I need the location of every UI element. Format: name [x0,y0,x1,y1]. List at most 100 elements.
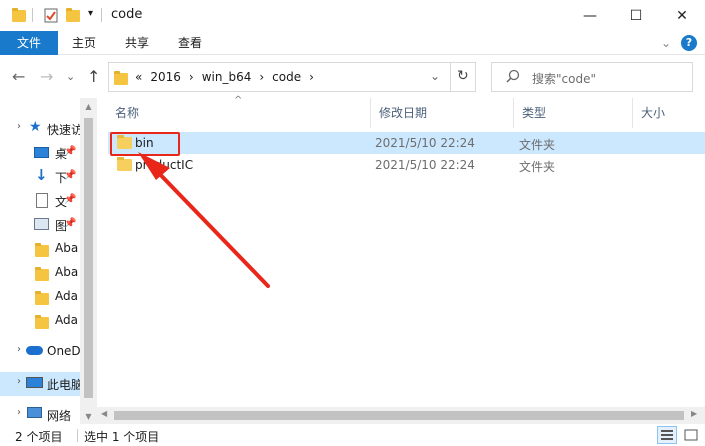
tab-view[interactable]: 查看 [164,31,216,55]
computer-icon [26,377,43,388]
pin-icon: 📌 [64,218,77,229]
column-header-name[interactable]: 名称 [107,98,371,128]
large-icons-view-icon [684,429,698,441]
sidebar-item-label: OneD [47,344,80,358]
column-header-date[interactable]: 修改日期 [371,98,513,128]
window-title: code [111,7,143,22]
large-icons-view-button[interactable] [681,426,701,444]
sidebar-item-onedrive[interactable]: › OneD [0,340,80,364]
divider [450,63,451,91]
navigation-pane: › ★ 快速访 桌 📌 ↓ 下 📌 文 📌 图 📌 Aba Aba Ada Ad… [0,98,80,424]
details-view-button[interactable] [657,426,677,444]
sidebar-item-label: Aba [55,265,79,279]
up-button[interactable]: ↑ [87,67,100,86]
scrollbar-thumb[interactable] [84,118,93,398]
sidebar-item-label: 网络 [47,409,72,423]
search-input[interactable]: 搜索"code" [532,70,596,87]
scroll-up-icon[interactable]: ▲ [80,98,97,115]
title-bar: ▾ code — ☐ ✕ [0,0,705,31]
customize-toolbar-icon[interactable]: ▾ [88,8,93,19]
recent-locations-button[interactable]: ⌄ [66,70,75,83]
chevron-right-icon[interactable]: › [17,407,21,418]
pin-icon: 📌 [64,170,77,181]
selection-count: 选中 1 个项目 [84,430,160,444]
divider [101,8,102,22]
search-icon [506,69,520,86]
refresh-button[interactable]: ↻ [457,68,469,84]
file-row-productic[interactable]: productIC 2021/5/10 22:24 文件夹 [108,154,705,176]
properties-icon[interactable] [44,7,58,26]
annotation-highlight-box [110,132,180,156]
maximize-button[interactable]: ☐ [613,0,659,31]
chevron-right-icon[interactable]: › [17,344,21,355]
sidebar-item-label: 快速访 [47,123,80,137]
chevron-right-icon[interactable]: › [17,376,21,387]
sidebar-item-label: Aba [55,241,79,255]
breadcrumb-2016[interactable]: 2016 [150,63,181,91]
help-icon[interactable]: ? [681,35,697,51]
pin-icon: 📌 [64,146,77,157]
back-button[interactable]: ← [12,67,25,86]
document-icon [36,193,48,208]
sidebar-item-folder[interactable]: Aba [0,261,80,285]
forward-button[interactable]: → [40,67,53,86]
sidebar-item-quick-access[interactable]: › ★ 快速访 [0,117,80,141]
file-row-bin[interactable]: bin 2021/5/10 22:24 文件夹 [108,132,705,154]
scrollbar-thumb[interactable] [114,411,684,420]
sidebar-scrollbar[interactable]: ▲ ▼ [80,98,97,426]
sidebar-item-this-pc[interactable]: › 此电脑 [0,372,80,396]
sidebar-item-documents[interactable]: 文 📌 [0,189,80,213]
tab-home[interactable]: 主页 [58,31,110,55]
download-icon: ↓ [35,166,48,184]
sidebar-item-pictures[interactable]: 图 📌 [0,213,80,237]
pin-icon: 📌 [64,194,77,205]
sidebar-item-downloads[interactable]: ↓ 下 📌 [0,165,80,189]
divider [77,429,78,442]
star-icon: ★ [29,119,42,135]
sidebar-item-folder[interactable]: Aba [0,237,80,261]
scroll-left-icon[interactable]: ◀ [101,409,107,418]
minimize-button[interactable]: — [567,0,613,31]
file-type: 文件夹 [519,160,556,174]
horizontal-scrollbar[interactable]: ◀ ▶ [97,407,705,424]
file-name: productIC [135,158,194,172]
desktop-icon [34,147,49,158]
breadcrumb-separator[interactable]: › [189,63,194,91]
column-header-type[interactable]: 类型 [514,98,632,128]
status-bar: 2 个项目 选中 1 个项目 [0,424,705,446]
breadcrumb-code[interactable]: code [272,63,301,91]
sidebar-item-desktop[interactable]: 桌 📌 [0,141,80,165]
breadcrumb: « 2016 › win_b64 › code › [135,63,314,91]
file-type: 文件夹 [519,138,556,152]
chevron-down-icon[interactable]: › [17,121,21,132]
ribbon-controls: ⌄ ? [661,35,697,51]
sidebar-item-label: 此电脑 [47,378,80,392]
tab-file[interactable]: 文件 [0,31,58,55]
picture-icon [34,218,49,230]
sidebar-item-label: Ada [55,289,78,303]
file-date: 2021/5/10 22:24 [375,158,475,172]
breadcrumb-separator[interactable]: › [309,63,314,91]
scroll-right-icon[interactable]: ▶ [691,409,697,418]
search-box[interactable]: 搜索"code" [491,62,693,92]
address-dropdown-button[interactable]: ⌄ [430,69,440,83]
sidebar-item-folder[interactable]: Ada [0,309,80,333]
file-date: 2021/5/10 22:24 [375,136,475,150]
breadcrumb-overflow[interactable]: « [135,63,142,91]
column-header-size[interactable]: 大小 [633,98,705,128]
breadcrumb-separator[interactable]: › [259,63,264,91]
tab-share[interactable]: 共享 [110,31,164,55]
ribbon-tabs: 文件 主页 共享 查看 ⌄ ? [0,31,705,55]
breadcrumb-win-b64[interactable]: win_b64 [202,63,252,91]
details-view-icon [661,430,673,440]
item-count: 2 个项目 [15,430,63,444]
expand-ribbon-icon[interactable]: ⌄ [661,36,671,50]
close-button[interactable]: ✕ [659,0,705,31]
network-icon [27,407,42,418]
cloud-icon [26,346,43,355]
sidebar-item-network[interactable]: › 网络 [0,403,80,424]
scroll-down-icon[interactable]: ▼ [80,408,97,425]
sidebar-item-folder[interactable]: Ada [0,285,80,309]
address-bar[interactable]: « 2016 › win_b64 › code › ⌄ ↻ [108,62,476,92]
divider [32,8,33,22]
